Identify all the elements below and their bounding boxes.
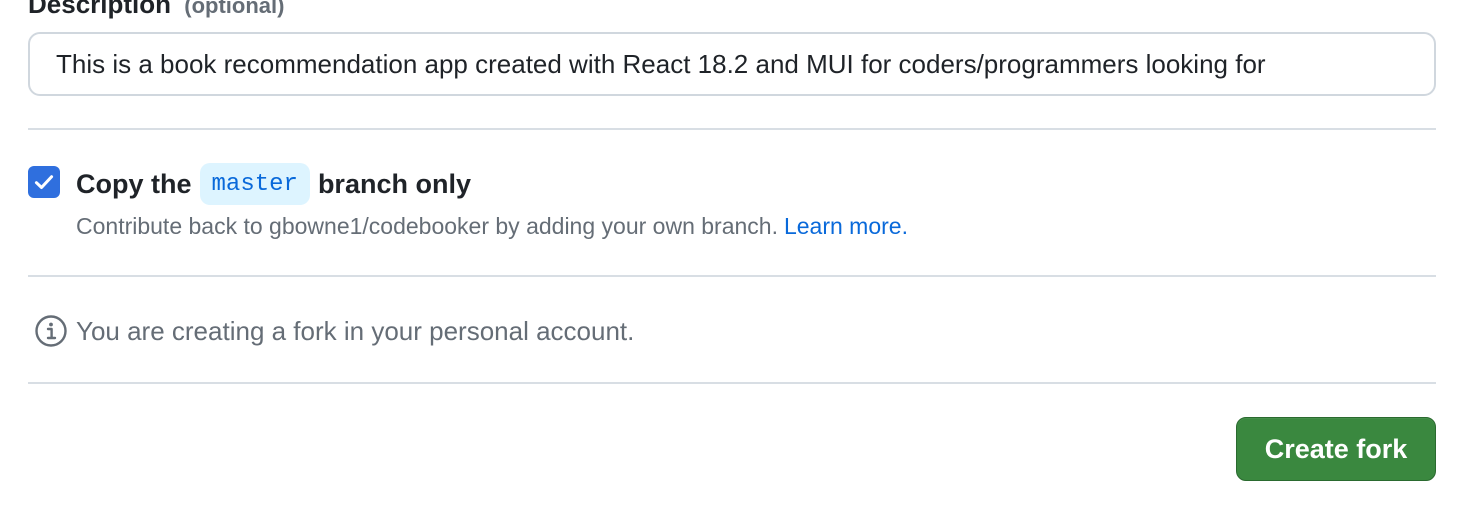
description-label: Description (optional) [28, 0, 284, 23]
divider [28, 382, 1436, 384]
branch-name-badge: master [199, 163, 310, 205]
copy-branch-label: Copy the master branch only [76, 163, 471, 205]
copy-branch-help-text: Contribute back to gbowne1/codebooker by… [76, 213, 778, 239]
info-notice: You are creating a fork in your personal… [34, 313, 634, 349]
divider [28, 128, 1436, 130]
info-text: You are creating a fork in your personal… [76, 315, 635, 346]
learn-more-link[interactable]: Learn more. [784, 213, 908, 239]
create-fork-button[interactable]: Create fork [1236, 417, 1436, 481]
description-input[interactable] [28, 32, 1436, 96]
fork-form: Description (optional) Copy the master b… [0, 0, 1470, 526]
copy-branch-checkbox[interactable] [28, 166, 60, 198]
optional-label: (optional) [184, 0, 285, 18]
description-label-text: Description [28, 0, 172, 19]
copy-branch-prefix: Copy the [76, 168, 192, 199]
copy-branch-help: Contribute back to gbowne1/codebooker by… [76, 210, 908, 242]
copy-branch-suffix: branch only [317, 168, 471, 199]
info-icon [34, 314, 68, 348]
checkmark-icon [34, 175, 54, 190]
divider [28, 275, 1436, 277]
